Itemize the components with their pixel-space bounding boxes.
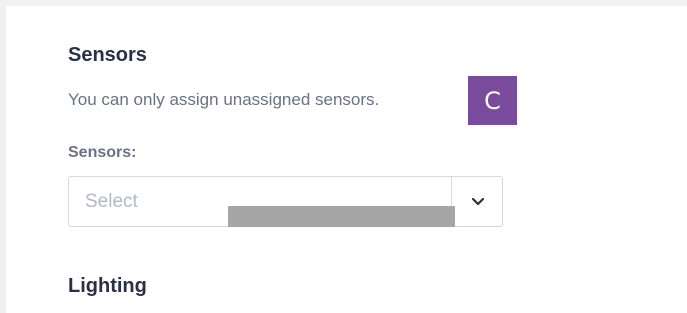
chevron-down-icon: [471, 197, 484, 206]
sensors-section-title: Sensors: [68, 44, 147, 66]
redaction-block: [228, 206, 455, 227]
sensors-helper-text: You can only assign unassigned sensors.: [68, 90, 380, 109]
form-panel: Sensors You can only assign unassigned s…: [6, 6, 687, 313]
sensors-field-label: Sensors:: [68, 144, 137, 161]
sensors-select-placeholder: Select: [85, 191, 138, 212]
avatar-initial: C: [484, 86, 501, 115]
user-avatar[interactable]: C: [468, 76, 517, 125]
lighting-section-title: Lighting: [68, 275, 147, 297]
sensors-select-toggle[interactable]: [452, 177, 503, 226]
